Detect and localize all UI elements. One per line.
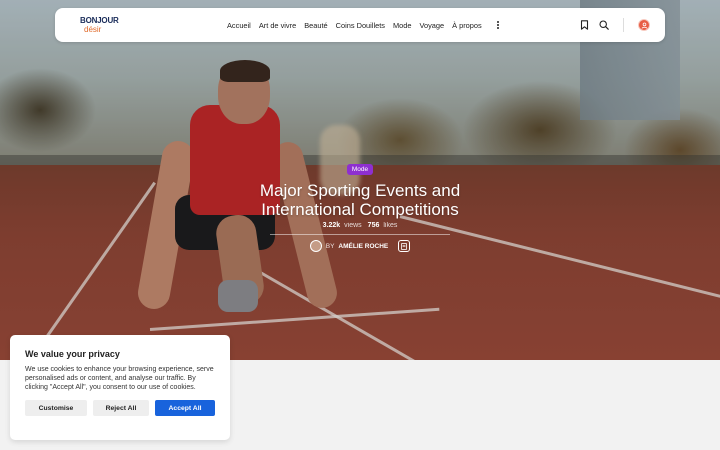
nav-item-accueil[interactable]: Accueil (227, 21, 251, 30)
post-stats: 3.22k views 756 likes (0, 222, 720, 229)
nav-item-mode[interactable]: Mode (393, 21, 412, 30)
nav-divider (623, 18, 624, 32)
post-title: Major Sporting Events and International … (0, 181, 720, 219)
post-title-line-1: Major Sporting Events and (259, 181, 461, 200)
views-count: 3.22k (322, 222, 341, 229)
search-icon[interactable] (599, 20, 609, 30)
cookie-description: We use cookies to enhance your browsing … (25, 366, 214, 391)
site-logo[interactable]: BONJOUR désir (80, 16, 119, 34)
likes-count: 756 (367, 222, 380, 229)
accept-all-button[interactable]: Accept All (155, 400, 215, 416)
header-divider (270, 234, 450, 235)
main-menu: Accueil Art de vivre Beauté Coins Douill… (227, 8, 502, 42)
user-icon (641, 22, 647, 29)
document-icon (401, 242, 408, 250)
nav-item-coins-douillets[interactable]: Coins Douillets (336, 21, 385, 30)
cookie-title: We value your privacy (25, 349, 120, 359)
post-title-line-2: International Competitions (261, 200, 459, 219)
nav-item-art-de-vivre[interactable]: Art de vivre (259, 21, 296, 30)
logo-text-desir: désir (84, 25, 102, 34)
bookmark-icon[interactable] (580, 20, 589, 30)
nav-actions (580, 8, 650, 42)
reject-all-button[interactable]: Reject All (92, 400, 150, 416)
cookie-consent-banner: We value your privacy We use cookies to … (10, 335, 230, 440)
author-prefix: BY (325, 242, 335, 250)
nav-item-beaute[interactable]: Beauté (304, 21, 327, 30)
author-row: BY AMÉLIE ROCHE (0, 240, 720, 252)
user-avatar-icon[interactable] (638, 19, 650, 31)
nav-item-voyage[interactable]: Voyage (419, 21, 444, 30)
more-menu-icon[interactable] (494, 19, 502, 31)
views-label: views (344, 222, 362, 229)
category-badge[interactable]: Mode (346, 164, 374, 175)
cookie-buttons: Customise Reject All Accept All (25, 400, 215, 416)
logo-text-bonjour: BONJOUR (80, 16, 119, 25)
nav-item-a-propos[interactable]: À propos (452, 21, 482, 30)
likes-label: likes (383, 222, 398, 229)
top-navbar: BONJOUR désir Accueil Art de vivre Beaut… (55, 8, 665, 42)
customise-button[interactable]: Customise (25, 400, 87, 416)
author-avatar[interactable] (309, 240, 322, 252)
author-name[interactable]: AMÉLIE ROCHE (338, 243, 388, 250)
post-header: Mode Major Sporting Events and Internati… (0, 158, 720, 252)
author-posts-icon[interactable] (398, 240, 411, 252)
